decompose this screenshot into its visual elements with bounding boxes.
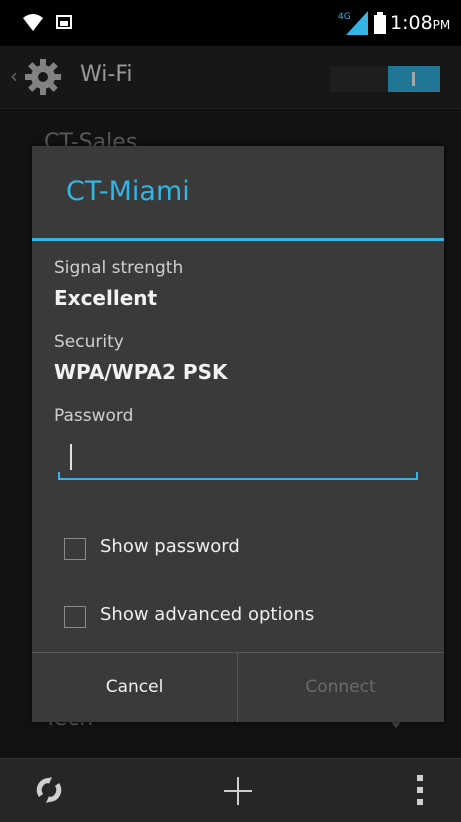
dialog-title: CT-Miami <box>66 176 190 207</box>
status-bar: 4G 1:08PM <box>0 0 461 46</box>
screenshot-icon <box>56 15 72 29</box>
wifi-settings-screen: 4G 1:08PM ‹ Wi-Fi CT-Sales CT-Miami Sign… <box>0 0 461 822</box>
password-input-tick-right <box>416 472 418 480</box>
clock-ampm: PM <box>432 18 451 32</box>
add-network-icon[interactable] <box>222 775 254 807</box>
security-value: WPA/WPA2 PSK <box>54 360 228 384</box>
show-password-checkbox[interactable] <box>64 538 86 560</box>
password-label: Password <box>54 406 134 426</box>
overflow-menu-icon[interactable] <box>412 773 428 807</box>
wifi-icon <box>23 14 43 31</box>
password-input-underline <box>58 478 418 480</box>
show-advanced-label: Show advanced options <box>100 604 315 625</box>
security-label: Security <box>54 332 124 352</box>
text-caret <box>70 444 72 470</box>
signal-strength-label: Signal strength <box>54 258 184 278</box>
clock: 1:08PM <box>390 12 450 34</box>
bottom-action-bar <box>0 758 461 822</box>
wps-icon[interactable] <box>34 775 64 805</box>
password-input[interactable] <box>58 436 418 480</box>
dialog-title-divider <box>32 238 444 241</box>
network-badge: 4G <box>338 12 351 22</box>
cancel-button[interactable]: Cancel <box>32 653 237 722</box>
show-advanced-checkbox[interactable] <box>64 606 86 628</box>
connect-button[interactable]: Connect <box>238 653 443 722</box>
password-input-tick-left <box>58 472 60 480</box>
clock-time: 1:08 <box>390 12 433 34</box>
signal-strength-value: Excellent <box>54 286 158 310</box>
battery-icon <box>374 12 386 34</box>
wifi-connect-dialog: CT-Miami Signal strength Excellent Secur… <box>32 146 444 722</box>
signal-icon: 4G <box>338 11 368 35</box>
show-password-label: Show password <box>100 536 240 557</box>
